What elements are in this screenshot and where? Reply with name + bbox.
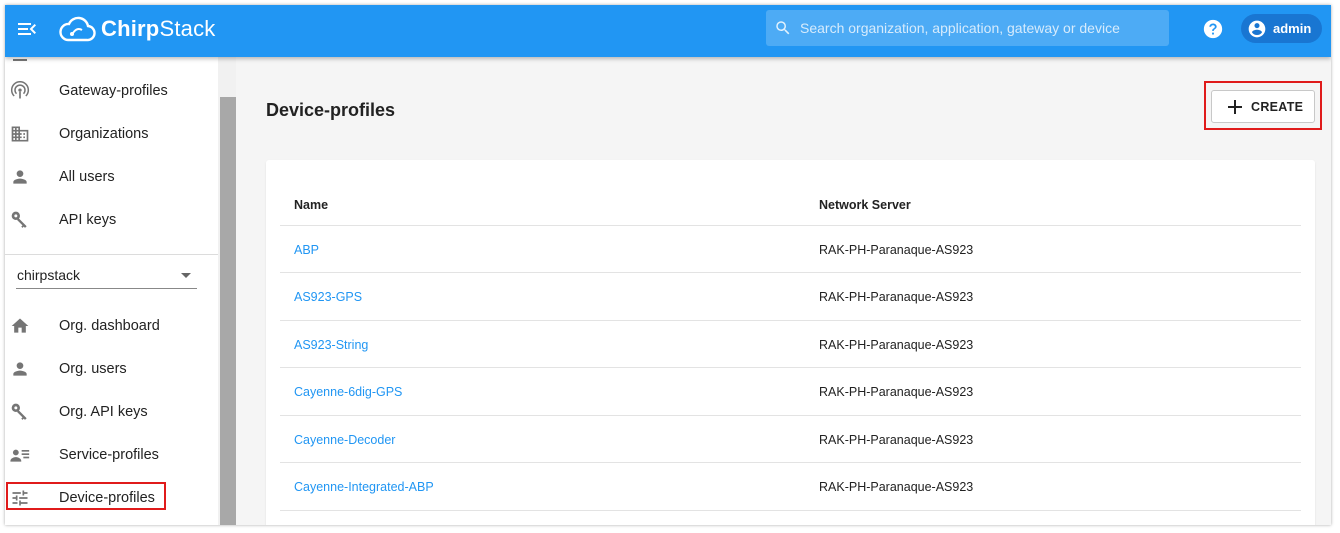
device-profile-link[interactable]: ABP [294,243,319,257]
help-button[interactable] [1202,18,1224,40]
sidebar-item-service-profiles[interactable]: Service-profiles [5,435,218,475]
logo-text: ChirpStack [101,16,216,41]
sidebar-item-label: Org. users [59,361,127,377]
page-title: Device-profiles [266,100,396,120]
sidebar-item-label: Device-profiles [59,490,155,506]
column-header-name: Name [294,198,329,212]
sidebar-item-org-dashboard[interactable]: Org. dashboard [5,306,218,346]
network-server-cell: RAK-PH-Paranaque-AS923 [819,433,974,447]
dropdown-caret-icon [181,273,191,278]
row-divider [280,462,1301,463]
user-name: admin [1273,21,1312,36]
sidebar-item-label: Service-profiles [59,447,159,463]
search-icon [776,21,790,35]
device-profile-link[interactable]: Cayenne-6dig-GPS [294,385,402,399]
sidebar-item-label: All users [59,169,115,185]
person-icon [13,170,27,184]
cloud-logo-icon [59,16,96,42]
device-profiles-table-card: Name Network Server ABP RAK-PH-Paranaque… [266,160,1315,525]
organization-select-value: chirpstack [17,267,81,283]
device-profile-link[interactable]: AS923-String [294,338,368,352]
key-icon [11,403,27,420]
sidebar-item-api-keys[interactable]: API keys [5,200,218,240]
sidebar-item-org-api-keys[interactable]: Org. API keys [5,392,218,432]
help-icon [1203,19,1223,39]
network-server-cell: RAK-PH-Paranaque-AS923 [819,385,974,399]
sidebar-item-all-users[interactable]: All users [5,157,218,197]
gateway-icon [10,81,30,99]
menu-toggle-button[interactable] [15,17,39,41]
home-icon [11,318,29,333]
device-profile-link[interactable]: AS923-GPS [294,290,362,304]
person-icon [13,362,27,376]
header-divider [280,225,1301,226]
sidebar-partial-item-top [13,59,27,61]
device-profile-link[interactable]: Cayenne-Decoder [294,433,395,447]
search-input[interactable] [800,20,1160,36]
create-button-label: CREATE [1251,99,1304,114]
sidebar-item-device-profiles[interactable]: Device-profiles [5,478,218,518]
building-icon [11,126,29,142]
app-window: ChirpStack admin [5,5,1331,525]
sidebar-scrollbar-thumb[interactable] [220,97,236,525]
key-icon [11,211,27,228]
top-app-bar: ChirpStack admin [5,5,1331,57]
row-divider [280,510,1301,511]
chirpstack-logo[interactable]: ChirpStack [57,13,215,45]
sidebar: Gateway-profiles Organizations All users… [5,57,218,525]
sidebar-item-label: Org. dashboard [59,318,160,334]
sidebar-item-label: Organizations [59,126,149,142]
sidebar-item-org-users[interactable]: Org. users [5,349,218,389]
column-header-network-server: Network Server [819,198,911,212]
sidebar-item-gateway-profiles[interactable]: Gateway-profiles [5,71,218,111]
sidebar-item-organizations[interactable]: Organizations [5,114,218,154]
search-box[interactable] [766,10,1169,46]
account-circle-icon [1248,20,1266,37]
create-button[interactable]: CREATE [1211,90,1315,123]
row-divider [280,320,1301,321]
row-divider [280,367,1301,368]
network-server-cell: RAK-PH-Paranaque-AS923 [819,338,974,352]
menu-open-icon [18,23,36,35]
network-server-cell: RAK-PH-Paranaque-AS923 [819,480,974,494]
organization-select[interactable]: chirpstack [16,260,197,289]
sidebar-item-label: API keys [59,212,117,228]
sidebar-item-label: Gateway-profiles [59,83,168,99]
tune-icon [12,490,28,506]
sidebar-divider [5,254,218,255]
user-menu-button[interactable]: admin [1241,14,1322,43]
plus-icon [1228,99,1242,114]
row-divider [280,415,1301,416]
device-profile-link[interactable]: Cayenne-Integrated-ABP [294,480,434,494]
network-server-cell: RAK-PH-Paranaque-AS923 [819,243,974,257]
account-details-icon [10,449,30,462]
row-divider [280,272,1301,273]
sidebar-item-label: Org. API keys [59,404,148,420]
network-server-cell: RAK-PH-Paranaque-AS923 [819,290,974,304]
